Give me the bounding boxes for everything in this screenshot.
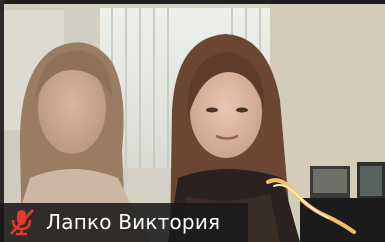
mic-muted-icon[interactable] [6,207,38,237]
video-tile[interactable]: Лапко Виктория [0,0,385,242]
participant-name: Лапко Виктория [46,210,221,234]
tile-border-top [0,0,385,4]
